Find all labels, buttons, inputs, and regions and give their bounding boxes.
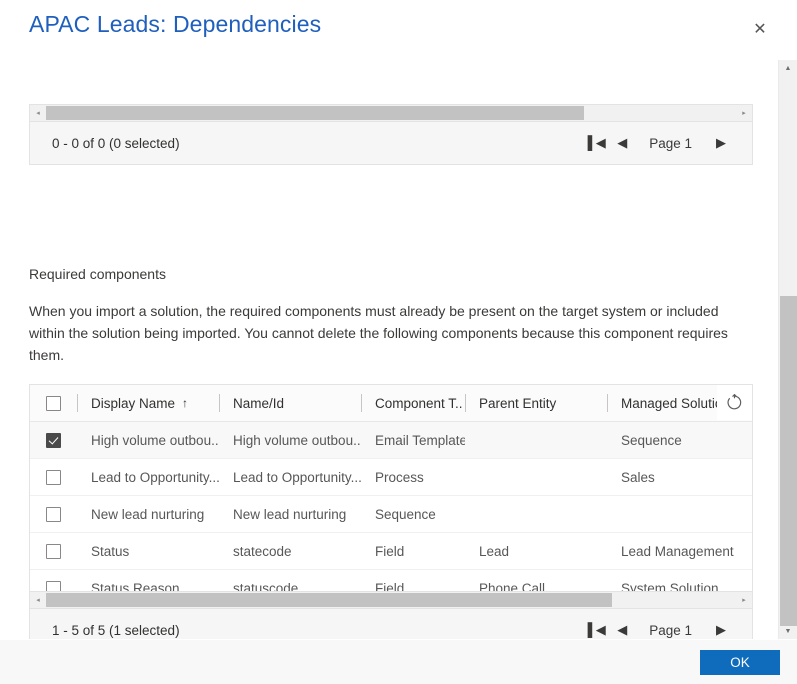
column-separator bbox=[361, 394, 362, 412]
first-page-icon[interactable]: ▌◀ bbox=[583, 615, 609, 640]
next-page-icon[interactable]: ▶ bbox=[708, 128, 734, 158]
top-hscroll-track[interactable] bbox=[46, 105, 736, 121]
ok-button[interactable]: OK bbox=[700, 650, 780, 675]
required-components-description: When you import a solution, the required… bbox=[29, 303, 728, 363]
next-page-icon[interactable]: ▶ bbox=[708, 615, 734, 640]
select-all-checkbox[interactable] bbox=[46, 395, 61, 411]
refresh-spinner-icon[interactable] bbox=[717, 385, 752, 420]
column-separator bbox=[465, 394, 466, 412]
column-header-managed-solution-label: Managed Solution bbox=[621, 395, 730, 411]
first-page-icon[interactable]: ▌◀ bbox=[583, 128, 609, 158]
bottom-grid-pager: ◂ ▸ 1 - 5 of 5 (1 selected) ▌◀ ◀ Page 1 … bbox=[29, 591, 753, 640]
cell-display-name: Lead to Opportunity... bbox=[91, 469, 219, 485]
row-select-cell bbox=[30, 422, 77, 458]
table-row[interactable]: High volume outbou... High volume outbou.… bbox=[30, 422, 752, 459]
cell-parent-entity bbox=[465, 459, 607, 495]
cell-parent-entity: Lead bbox=[479, 543, 510, 559]
select-all-header-cell bbox=[30, 385, 77, 421]
bottom-horizontal-scrollbar[interactable]: ◂ ▸ bbox=[29, 591, 753, 608]
cell-name-id: statecode bbox=[233, 543, 292, 559]
row-checkbox[interactable] bbox=[46, 543, 61, 559]
top-record-count: 0 - 0 of 0 (0 selected) bbox=[52, 135, 180, 151]
column-header-display-name-label: Display Name bbox=[91, 395, 176, 411]
scroll-right-icon[interactable]: ▸ bbox=[736, 105, 752, 121]
column-header-display-name[interactable]: Display Name ↑ bbox=[77, 385, 219, 421]
cell-component-type: Field bbox=[375, 543, 405, 559]
top-pagination-controls: ▌◀ ◀ Page 1 ▶ bbox=[583, 122, 734, 164]
cell-name-id: Lead to Opportunity... bbox=[233, 469, 361, 485]
dialog-header: APAC Leads: Dependencies ✕ bbox=[0, 0, 797, 60]
scroll-down-icon[interactable]: ▼ bbox=[779, 623, 797, 640]
bottom-pager-bar: 1 - 5 of 5 (1 selected) ▌◀ ◀ Page 1 ▶ bbox=[29, 608, 753, 640]
column-header-parent-entity-label: Parent Entity bbox=[479, 395, 557, 411]
bottom-page-label[interactable]: Page 1 bbox=[635, 623, 708, 638]
row-select-cell bbox=[30, 496, 77, 532]
top-horizontal-scrollbar[interactable]: ◂ ▸ bbox=[29, 104, 753, 121]
column-separator bbox=[219, 394, 220, 412]
column-header-parent-entity[interactable]: Parent Entity bbox=[465, 385, 607, 421]
required-components-section: Required components When you import a so… bbox=[29, 266, 753, 607]
cell-managed-solution bbox=[607, 496, 752, 532]
cell-parent-entity bbox=[465, 496, 607, 532]
close-icon[interactable]: ✕ bbox=[747, 17, 773, 43]
row-checkbox[interactable] bbox=[46, 432, 61, 448]
required-components-grid: Display Name ↑ Name/Id Component T.. Par… bbox=[29, 384, 753, 607]
top-pager-bar: 0 - 0 of 0 (0 selected) ▌◀ ◀ Page 1 ▶ bbox=[29, 121, 753, 165]
cell-component-type: Sequence bbox=[375, 506, 436, 522]
table-row[interactable]: New lead nurturing New lead nurturing Sequ… bbox=[30, 496, 752, 533]
bottom-hscroll-track[interactable] bbox=[46, 592, 736, 608]
cell-display-name: New lead nurturing bbox=[91, 506, 205, 522]
cell-component-type: Email Template bbox=[375, 432, 465, 448]
cell-display-name: High volume outbou... bbox=[91, 432, 219, 448]
scroll-left-icon[interactable]: ◂ bbox=[30, 592, 46, 608]
vertical-scroll-thumb[interactable] bbox=[780, 296, 797, 626]
column-header-component-type[interactable]: Component T.. bbox=[361, 385, 465, 421]
row-checkbox[interactable] bbox=[46, 506, 61, 522]
sort-ascending-icon: ↑ bbox=[182, 396, 189, 410]
cell-managed-solution: Sales bbox=[621, 469, 655, 485]
table-row[interactable]: Lead to Opportunity... Lead to Opportunit… bbox=[30, 459, 752, 496]
row-select-cell bbox=[30, 459, 77, 495]
column-header-name-id-label: Name/Id bbox=[233, 395, 285, 411]
grid-body: High volume outbou... High volume outbou.… bbox=[30, 422, 752, 606]
scroll-left-icon[interactable]: ◂ bbox=[30, 105, 46, 121]
table-row[interactable]: Status statecode Field Lead Lead Management bbox=[30, 533, 752, 570]
cell-managed-solution: Lead Management bbox=[621, 543, 734, 559]
previous-page-icon[interactable]: ◀ bbox=[609, 128, 635, 158]
cell-name-id: High volume outbou... bbox=[233, 432, 361, 448]
required-components-heading: Required components bbox=[29, 266, 166, 282]
cell-managed-solution: Sequence bbox=[621, 432, 682, 448]
scroll-up-icon[interactable]: ▲ bbox=[779, 60, 797, 77]
column-separator bbox=[77, 394, 78, 412]
bottom-record-count: 1 - 5 of 5 (1 selected) bbox=[52, 622, 180, 638]
column-header-name-id[interactable]: Name/Id bbox=[219, 385, 361, 421]
dialog-body: ◂ ▸ 0 - 0 of 0 (0 selected) ▌◀ ◀ Page 1 … bbox=[0, 60, 778, 640]
cell-name-id: New lead nurturing bbox=[233, 506, 347, 522]
bottom-pagination-controls: ▌◀ ◀ Page 1 ▶ bbox=[583, 609, 734, 640]
column-header-component-type-label: Component T.. bbox=[375, 395, 463, 411]
top-page-label[interactable]: Page 1 bbox=[635, 136, 708, 151]
dialog-vertical-scrollbar[interactable]: ▲ ▼ bbox=[778, 60, 797, 640]
top-grid-pager: ◂ ▸ 0 - 0 of 0 (0 selected) ▌◀ ◀ Page 1 … bbox=[29, 104, 753, 165]
grid-header-row: Display Name ↑ Name/Id Component T.. Par… bbox=[30, 385, 752, 422]
cell-parent-entity bbox=[465, 422, 607, 458]
column-separator bbox=[607, 394, 608, 412]
scroll-right-icon[interactable]: ▸ bbox=[736, 592, 752, 608]
bottom-hscroll-thumb[interactable] bbox=[46, 593, 612, 607]
page-title: APAC Leads: Dependencies bbox=[29, 11, 322, 37]
top-hscroll-thumb[interactable] bbox=[46, 106, 585, 120]
dialog-footer: OK bbox=[0, 639, 797, 684]
cell-display-name: Status bbox=[91, 543, 130, 559]
row-checkbox[interactable] bbox=[46, 469, 61, 485]
previous-page-icon[interactable]: ◀ bbox=[609, 615, 635, 640]
cell-component-type: Process bbox=[375, 469, 424, 485]
row-select-cell bbox=[30, 533, 77, 569]
